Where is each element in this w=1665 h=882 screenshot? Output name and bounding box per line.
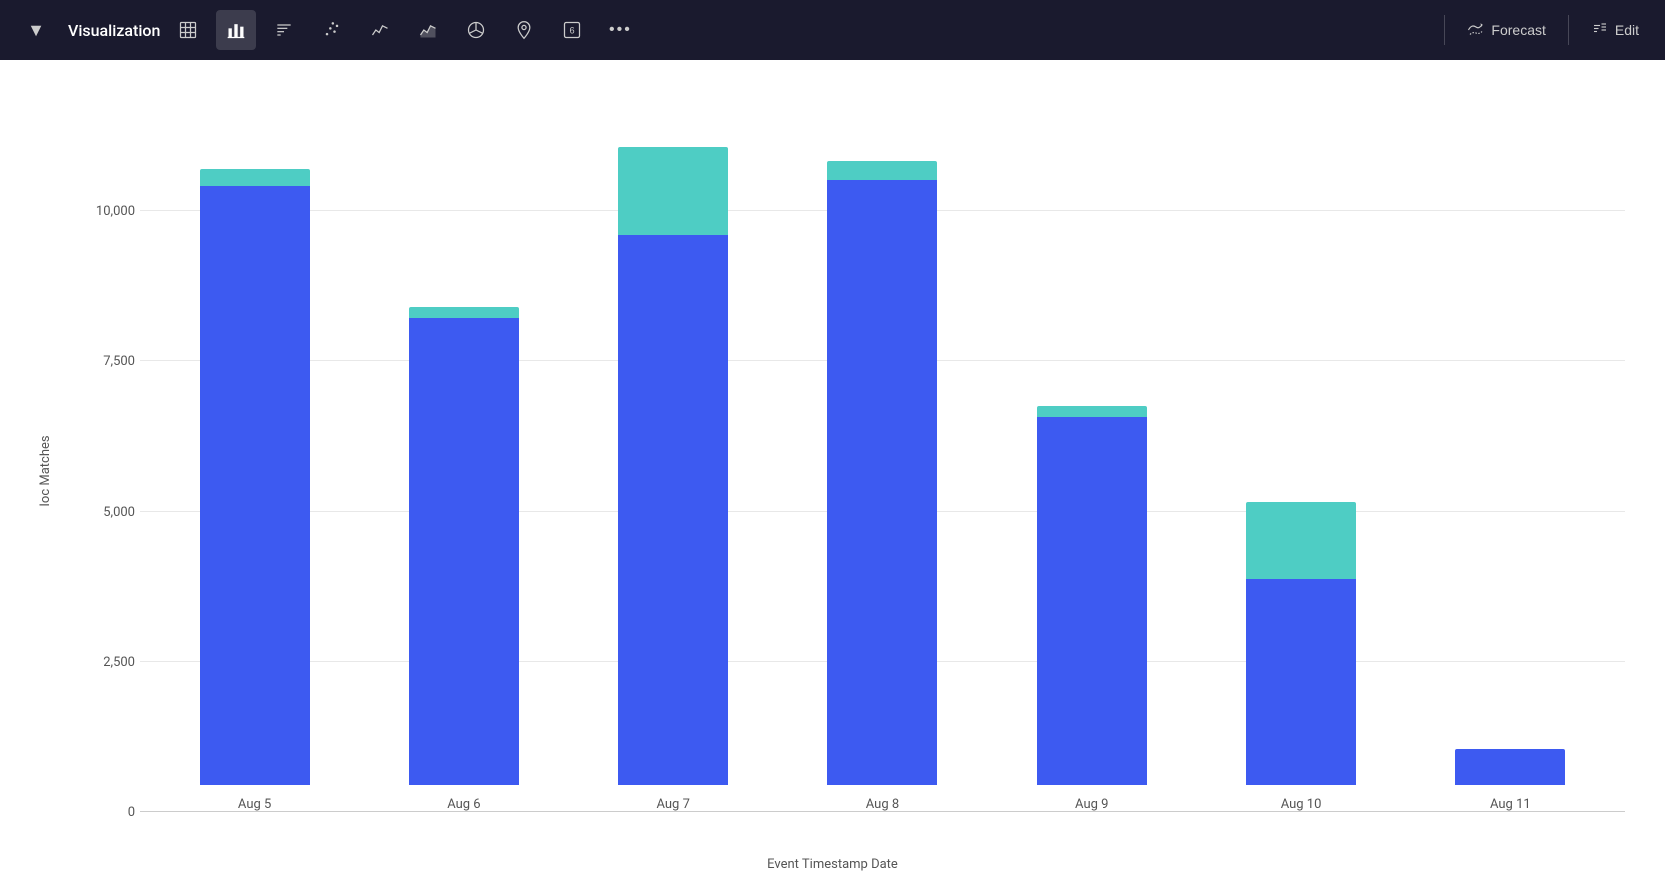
y-label-7500: 7,500 xyxy=(80,354,135,369)
bar-stack-aug10 xyxy=(1246,502,1356,785)
y-label-10000: 10,000 xyxy=(80,204,135,219)
bar-group-aug6[interactable]: Aug 6 xyxy=(389,307,539,813)
bar-stack-aug5 xyxy=(200,169,310,785)
y-axis-title: Ioc Matches xyxy=(38,435,53,506)
forecast-label: Forecast xyxy=(1491,22,1545,38)
bar-chart-icon-button[interactable] xyxy=(216,10,256,50)
sorted-list-icon xyxy=(274,20,294,40)
toolbar: ▼ Visualization xyxy=(0,0,1665,60)
bar-bottom-aug7 xyxy=(618,235,728,785)
x-label-aug9: Aug 9 xyxy=(1075,797,1108,812)
y-label-0: 0 xyxy=(80,805,135,820)
toolbar-right: Forecast Edit xyxy=(1440,15,1649,45)
edit-label: Edit xyxy=(1615,22,1639,38)
x-label-aug11: Aug 11 xyxy=(1490,797,1531,812)
edit-icon xyxy=(1591,21,1609,39)
forecast-button[interactable]: Forecast xyxy=(1457,15,1555,45)
edit-button[interactable]: Edit xyxy=(1581,15,1649,45)
x-axis-title: Event Timestamp Date xyxy=(767,857,898,872)
chart-container: Ioc Matches Event Timestamp Date 10,000 … xyxy=(0,60,1665,882)
x-label-aug8: Aug 8 xyxy=(866,797,899,812)
bar-stack-aug7 xyxy=(618,147,728,785)
table-icon-button[interactable] xyxy=(168,10,208,50)
map-icon xyxy=(514,20,534,40)
y-label-5000: 5,000 xyxy=(80,505,135,520)
bars-area: Aug 5 Aug 6 Aug 7 xyxy=(140,90,1625,812)
bar-top-aug6 xyxy=(409,307,519,318)
bar-group-aug7[interactable]: Aug 7 xyxy=(598,147,748,812)
bar-top-aug10 xyxy=(1246,502,1356,579)
bar-group-aug5[interactable]: Aug 5 xyxy=(180,169,330,812)
bar-group-aug11[interactable]: Aug 11 xyxy=(1435,749,1585,812)
bar-bottom-aug5 xyxy=(200,186,310,786)
bar-bottom-aug10 xyxy=(1246,579,1356,785)
x-label-aug7: Aug 7 xyxy=(656,797,689,812)
number-icon: 6 xyxy=(562,20,582,40)
bar-stack-aug6 xyxy=(409,307,519,786)
toolbar-divider-2 xyxy=(1568,15,1569,45)
bar-stack-aug11 xyxy=(1455,749,1565,785)
forecast-icon xyxy=(1467,21,1485,39)
x-label-aug6: Aug 6 xyxy=(447,797,480,812)
table-icon xyxy=(178,20,198,40)
number-badge-button[interactable]: 6 xyxy=(552,10,592,50)
pie-chart-icon xyxy=(466,20,486,40)
more-button[interactable]: ••• xyxy=(600,10,640,50)
toolbar-divider xyxy=(1444,15,1445,45)
x-label-aug5: Aug 5 xyxy=(238,797,271,812)
line-chart-icon xyxy=(370,20,390,40)
visualization-title: Visualization xyxy=(68,21,160,40)
bar-top-aug7 xyxy=(618,147,728,235)
bar-top-aug8 xyxy=(827,161,937,180)
svg-text:6: 6 xyxy=(570,25,575,35)
scatter-icon-button[interactable] xyxy=(312,10,352,50)
bar-bottom-aug8 xyxy=(827,180,937,785)
bar-top-aug5 xyxy=(200,169,310,186)
scatter-icon xyxy=(322,20,342,40)
bar-group-aug9[interactable]: Aug 9 xyxy=(1017,406,1167,813)
collapse-button[interactable]: ▼ xyxy=(16,10,56,50)
y-label-2500: 2,500 xyxy=(80,655,135,670)
bar-stack-aug8 xyxy=(827,161,937,785)
line-chart-icon-button[interactable] xyxy=(360,10,400,50)
area-chart-icon-button[interactable] xyxy=(408,10,448,50)
bar-group-aug10[interactable]: Aug 10 xyxy=(1226,502,1376,812)
map-icon-button[interactable] xyxy=(504,10,544,50)
x-label-aug10: Aug 10 xyxy=(1281,797,1322,812)
bar-bottom-aug6 xyxy=(409,318,519,786)
bar-stack-aug9 xyxy=(1037,406,1147,786)
collapse-icon: ▼ xyxy=(27,20,45,41)
pie-chart-icon-button[interactable] xyxy=(456,10,496,50)
chart-plot-area: 10,000 7,500 5,000 2,500 0 Aug 5 xyxy=(80,90,1625,812)
sorted-list-icon-button[interactable] xyxy=(264,10,304,50)
toolbar-left: ▼ Visualization xyxy=(16,10,1436,50)
bar-top-aug9 xyxy=(1037,406,1147,417)
bar-chart-icon xyxy=(226,20,246,40)
more-icon: ••• xyxy=(609,21,632,39)
bar-bottom-aug9 xyxy=(1037,417,1147,786)
area-chart-icon xyxy=(418,20,438,40)
bar-group-aug8[interactable]: Aug 8 xyxy=(807,161,957,812)
bar-bottom-aug11 xyxy=(1455,749,1565,785)
